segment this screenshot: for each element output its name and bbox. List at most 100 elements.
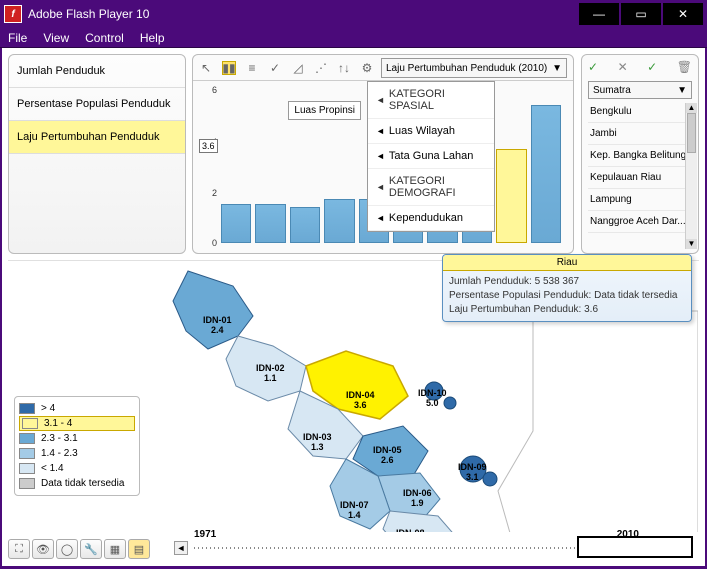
tool-settings-icon[interactable]: ⚙ — [360, 61, 374, 75]
label-idn-09: IDN-09 3.1 — [458, 463, 487, 483]
tool-bar-chart-icon[interactable]: ▮▮ — [222, 61, 236, 75]
region-group-dropdown[interactable]: Sumatra ▼ — [588, 81, 692, 99]
x-icon[interactable]: ✕ — [618, 60, 628, 74]
label-idn-06: IDN-06 1.9 — [403, 489, 432, 509]
scroll-down-icon[interactable]: ▼ — [686, 239, 697, 249]
trash-icon[interactable]: 🗑 — [677, 60, 692, 74]
list-item[interactable]: Lampung — [588, 189, 692, 211]
luas-propinsi-label: Luas Propinsi — [288, 101, 361, 120]
tooltip-line: Persentase Populasi Penduduk: Data tidak… — [449, 289, 685, 303]
timeline-track[interactable] — [194, 547, 639, 549]
label-idn-07: IDN-07 1.4 — [340, 501, 369, 521]
list-item[interactable]: Nanggroe Aceh Dar... — [588, 211, 692, 233]
check-icon[interactable]: ✓ — [588, 60, 598, 74]
label-idn-03: IDN-03 1.3 — [303, 433, 332, 453]
region-dd-label: Sumatra — [593, 85, 631, 96]
highlight-value-box: 3.6 — [199, 139, 218, 153]
table-icon[interactable]: ▦ — [104, 539, 126, 559]
dd-item-tata-guna[interactable]: ◄Tata Guna Lahan — [368, 144, 494, 169]
list-item[interactable]: Kepulauan Riau — [588, 167, 692, 189]
tooltip-line: Jumlah Penduduk: 5 538 367 — [449, 275, 685, 289]
label-idn-10: IDN-10 5.0 — [418, 389, 447, 409]
app-content: Jumlah Penduduk Persentase Populasi Pend… — [2, 48, 705, 566]
flash-logo-icon: f — [4, 5, 22, 23]
export-icon[interactable]: ▤ — [128, 539, 150, 559]
menu-control[interactable]: Control — [85, 31, 124, 45]
dd-item-kependudukan[interactable]: ◄Kependudukan — [368, 206, 494, 231]
eye-icon[interactable]: 👁 — [32, 539, 54, 559]
legend-row[interactable]: 2.3 - 3.1 — [19, 431, 135, 446]
map-legend: > 4 3.1 - 4 2.3 - 3.1 1.4 - 2.3 < 1.4 Da… — [14, 396, 140, 496]
timeline-prev-icon[interactable]: ◄ — [174, 541, 188, 555]
bar-IDN-01[interactable] — [221, 204, 251, 243]
chart-panel: ↖ ▮▮ ≡ ✓ ◿ ⋰ ↑↓ ⚙ Laju Pertumbuhan Pendu… — [192, 54, 574, 254]
label-idn-02: IDN-02 1.1 — [256, 364, 285, 384]
globe-icon[interactable]: ◯ — [56, 539, 78, 559]
title-bar: f Adobe Flash Player 10 — ▭ ✕ — [0, 0, 707, 28]
chevron-down-icon: ▼ — [552, 63, 562, 74]
menu-view[interactable]: View — [43, 31, 69, 45]
label-idn-04: IDN-04 3.6 — [346, 391, 375, 411]
chart-dd-label: Laju Pertumbuhan Penduduk (2010) — [386, 63, 547, 74]
scroll-thumb[interactable] — [687, 113, 696, 153]
indicator-sidebar: Jumlah Penduduk Persentase Populasi Pend… — [8, 54, 186, 254]
maximize-button[interactable]: ▭ — [621, 3, 661, 25]
region-outline-other — [498, 311, 698, 532]
region-list-panel: ✓ ✕ ✓ 🗑 Sumatra ▼ Bengkulu Jambi Kep. Ba… — [581, 54, 699, 254]
legend-row[interactable]: Data tidak tersedia — [19, 476, 135, 491]
legend-row[interactable]: 1.4 - 2.3 — [19, 446, 135, 461]
bottom-icons: ⛶ 👁 ◯ 🔧 ▦ ▤ — [8, 539, 150, 559]
category-dropdown-menu: ◄KATEGORI SPASIAL ◄Luas Wilayah ◄Tata Gu… — [367, 81, 495, 232]
wrench-icon[interactable]: 🔧 — [80, 539, 102, 559]
dd-header-demografi: ◄KATEGORI DEMOGRAFI — [368, 169, 494, 206]
expand-icon[interactable]: ⛶ — [8, 539, 30, 559]
ytick-2: 2 — [212, 188, 217, 198]
list-item[interactable]: Kep. Bangka Belitung — [588, 145, 692, 167]
label-idn-08: IDN-08 1.2 — [396, 529, 425, 532]
tooltip-body: Jumlah Penduduk: 5 538 367 Persentase Po… — [443, 271, 691, 321]
timeline-start: 1971 — [194, 529, 216, 540]
bar-IDN-09[interactable] — [496, 149, 526, 243]
region-tooltip: Riau Jumlah Penduduk: 5 538 367 Persenta… — [442, 254, 692, 322]
bar-IDN-02[interactable] — [255, 204, 285, 243]
tool-area-icon[interactable]: ◿ — [291, 61, 305, 75]
menu-bar: File View Control Help — [0, 28, 707, 48]
chart-measure-dropdown[interactable]: Laju Pertumbuhan Penduduk (2010) ▼ — [381, 58, 567, 78]
dd-header-spasial: ◄KATEGORI SPASIAL — [368, 82, 494, 119]
bar-IDN-04[interactable] — [324, 199, 354, 243]
label-idn-01: IDN-01 2.4 — [203, 316, 232, 336]
region-scrollbar[interactable]: ▲ ▼ — [685, 103, 697, 249]
bar-IDN-03[interactable] — [290, 207, 320, 243]
ytick-6: 6 — [212, 85, 217, 95]
list-item[interactable]: Bengkulu — [588, 101, 692, 123]
tool-line-icon[interactable]: ✓ — [268, 61, 282, 75]
window-title: Adobe Flash Player 10 — [28, 7, 577, 21]
sidebar-item-laju[interactable]: Laju Pertumbuhan Penduduk — [9, 121, 185, 154]
mini-preview-window[interactable] — [577, 536, 693, 558]
legend-row[interactable]: > 4 — [19, 401, 135, 416]
region-list: Bengkulu Jambi Kep. Bangka Belitung Kepu… — [588, 101, 692, 233]
tool-cursor-icon[interactable]: ↖ — [199, 61, 213, 75]
list-item[interactable]: Jambi — [588, 123, 692, 145]
label-idn-05: IDN-05 2.6 — [373, 446, 402, 466]
ytick-0: 0 — [212, 238, 217, 248]
scroll-up-icon[interactable]: ▲ — [686, 103, 697, 113]
menu-help[interactable]: Help — [140, 31, 165, 45]
tool-scatter-icon[interactable]: ⋰ — [314, 61, 328, 75]
tooltip-line: Laju Pertumbuhan Penduduk: 3.6 — [449, 303, 685, 317]
legend-row-selected[interactable]: 3.1 - 4 — [19, 416, 135, 431]
minimize-button[interactable]: — — [579, 3, 619, 25]
legend-row[interactable]: < 1.4 — [19, 461, 135, 476]
tool-hbar-icon[interactable]: ≡ — [245, 61, 259, 75]
menu-file[interactable]: File — [8, 31, 27, 45]
dd-item-luas-wilayah[interactable]: ◄Luas Wilayah — [368, 119, 494, 144]
close-button[interactable]: ✕ — [663, 3, 703, 25]
sidebar-item-persentase[interactable]: Persentase Populasi Penduduk — [9, 88, 185, 121]
sidebar-item-jumlah[interactable]: Jumlah Penduduk — [9, 55, 185, 88]
bottom-bar: ⛶ 👁 ◯ 🔧 ▦ ▤ 1971 2010 ◄ ► ▶ — [8, 536, 699, 562]
bar-IDN-10[interactable] — [531, 105, 561, 243]
region-panel-toolbar: ✓ ✕ ✓ 🗑 — [582, 55, 698, 79]
tool-sort-icon[interactable]: ↑↓ — [337, 61, 351, 75]
tooltip-title: Riau — [443, 255, 691, 271]
check-all-icon[interactable]: ✓ — [647, 60, 657, 74]
